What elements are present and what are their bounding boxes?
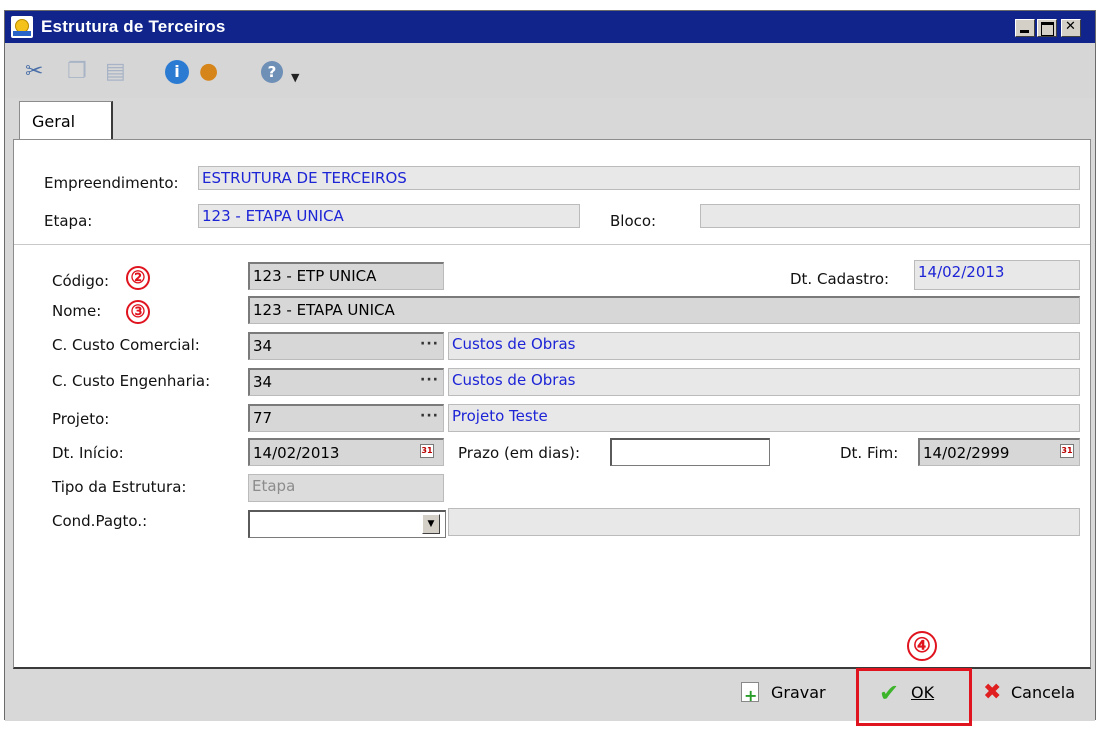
copy-icon[interactable]: ❐ [67, 61, 87, 83]
cancel-x-icon: ✖ [983, 680, 1002, 705]
dt-inicio-input[interactable]: 14/02/2013 [248, 438, 444, 466]
info-icon[interactable]: i [165, 60, 189, 84]
projeto-desc-field: Projeto Teste [448, 404, 1080, 432]
projeto-code-input[interactable]: 77 [248, 404, 444, 432]
prazo-input[interactable] [610, 438, 770, 466]
cc-engenharia-desc-field: Custos de Obras [448, 368, 1080, 396]
empreendimento-label: Empreendimento: [44, 174, 179, 192]
minimize-button[interactable] [1015, 19, 1035, 37]
bloco-field [700, 204, 1080, 228]
cc-comercial-desc-field: Custos de Obras [448, 332, 1080, 360]
cc-engenharia-code-input[interactable]: 34 [248, 368, 444, 396]
chevron-down-icon[interactable]: ▼ [422, 514, 440, 534]
cond-pagto-desc-field [448, 508, 1080, 536]
tipo-estrutura-label: Tipo da Estrutura: [52, 478, 187, 496]
dt-fim-label: Dt. Fim: [840, 444, 899, 462]
tab-geral-label: Geral [32, 112, 76, 131]
gravar-button[interactable]: Gravar [741, 682, 826, 705]
tab-strip: Geral [13, 99, 1091, 141]
help-icon[interactable]: ? [261, 61, 283, 83]
dt-inicio-label: Dt. Início: [52, 444, 124, 462]
callout-2: ② [126, 266, 150, 290]
form-panel: Empreendimento: ESTRUTURA DE TERCEIROS E… [13, 139, 1091, 669]
nome-input[interactable]: 123 - ETAPA UNICA [248, 296, 1080, 324]
estrutura-window: Estrutura de Terceiros ✂ ❐ ▤ i ● ? ▼ Ger… [4, 10, 1096, 721]
callout-4: ④ [907, 631, 937, 661]
maximize-button[interactable] [1037, 19, 1057, 37]
cc-engenharia-label: C. Custo Engenharia: [52, 372, 211, 390]
tipo-estrutura-field: Etapa [248, 474, 444, 502]
toolbar: ✂ ❐ ▤ i ● ? ▼ [5, 43, 1095, 98]
cc-comercial-lookup-button[interactable]: ··· [420, 336, 439, 352]
cc-engenharia-lookup-button[interactable]: ··· [420, 372, 439, 388]
cancela-label: Cancela [1011, 683, 1076, 702]
prazo-label: Prazo (em dias): [458, 444, 581, 462]
save-icon [741, 682, 759, 705]
gravar-label: Gravar [771, 683, 826, 702]
cut-icon[interactable]: ✂ [25, 61, 43, 83]
dropdown-arrow-icon[interactable]: ▼ [291, 67, 299, 89]
etapa-label: Etapa: [44, 212, 93, 230]
codigo-label: Código: [52, 272, 110, 290]
cancela-button[interactable]: ✖ Cancela [983, 680, 1076, 705]
close-button[interactable] [1061, 19, 1081, 37]
dt-cadastro-field: 14/02/2013 [914, 260, 1080, 290]
ok-highlight-box [856, 668, 972, 726]
tab-geral[interactable]: Geral [19, 101, 113, 141]
callout-3: ③ [126, 300, 150, 324]
user-icon[interactable]: ● [199, 61, 218, 83]
paste-icon[interactable]: ▤ [105, 61, 126, 83]
dt-inicio-calendar-icon[interactable]: 31 [420, 444, 434, 458]
nome-label: Nome: [52, 302, 102, 320]
cc-comercial-code-input[interactable]: 34 [248, 332, 444, 360]
cond-pagto-label: Cond.Pagto.: [52, 512, 148, 530]
codigo-input[interactable]: 123 - ETP UNICA [248, 262, 444, 290]
bloco-label: Bloco: [610, 212, 657, 230]
etapa-field: 123 - ETAPA UNICA [198, 204, 580, 228]
window-title: Estrutura de Terceiros [41, 17, 226, 36]
dt-fim-input[interactable]: 14/02/2999 [918, 438, 1080, 466]
empreendimento-field: ESTRUTURA DE TERCEIROS [198, 166, 1080, 190]
dt-cadastro-label: Dt. Cadastro: [790, 270, 890, 288]
cond-pagto-select[interactable] [248, 510, 446, 538]
projeto-label: Projeto: [52, 410, 110, 428]
cc-comercial-label: C. Custo Comercial: [52, 336, 200, 354]
app-logo-icon [11, 16, 33, 38]
title-bar[interactable]: Estrutura de Terceiros [5, 11, 1095, 43]
section-divider [14, 244, 1090, 245]
dt-fim-calendar-icon[interactable]: 31 [1060, 444, 1074, 458]
projeto-lookup-button[interactable]: ··· [420, 408, 439, 424]
